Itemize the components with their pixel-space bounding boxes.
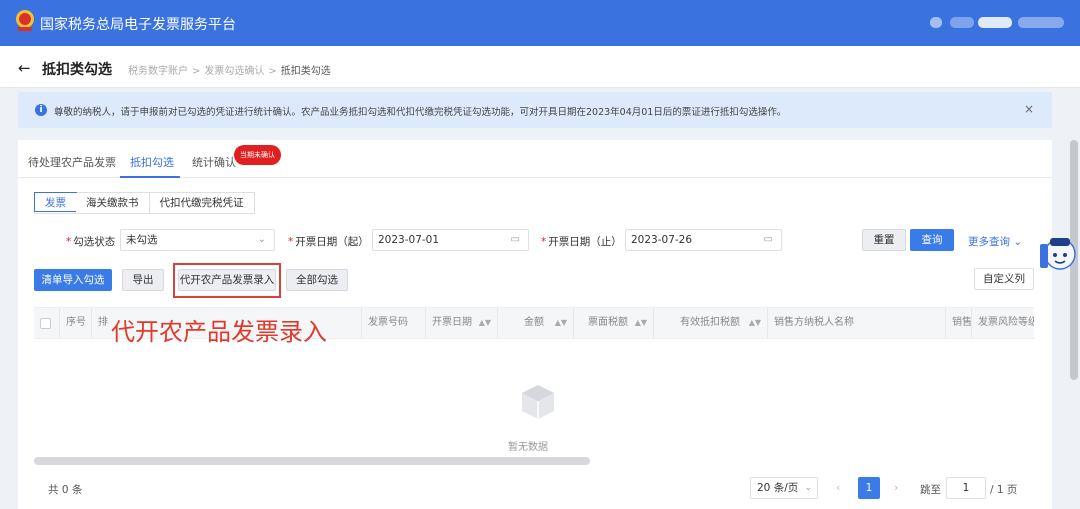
breadcrumb-separator: > <box>192 66 201 77</box>
tab-pending-agri-invoices[interactable]: 待处理农产品发票 <box>28 154 116 170</box>
chevron-left-icon[interactable]: ‹ <box>836 481 840 494</box>
jump-page-input[interactable]: 1 <box>946 477 986 499</box>
sort-icon: ▲▼ <box>478 318 491 327</box>
export-button[interactable]: 导出 <box>122 269 164 291</box>
start-date-input[interactable]: 2023-07-01 ▭ <box>372 229 529 251</box>
chevron-down-icon: ⌄ <box>1013 236 1023 248</box>
column-header-seller-name: 销售方纳税人名称 <box>768 308 946 338</box>
more-query-label: 更多查询 <box>968 236 1010 248</box>
sort-icon: ▲▼ <box>554 318 567 327</box>
tab-deduction-selection[interactable]: 抵扣勾选 <box>130 154 174 170</box>
column-header-index: 序号 <box>60 308 92 338</box>
chevron-right-icon[interactable]: › <box>894 481 898 494</box>
jump-to-label: 跳至 <box>920 484 941 496</box>
subtab-withholding-certificate[interactable]: 代扣代缴完税凭证 <box>149 193 254 213</box>
end-date-input[interactable]: 2023-07-26 ▭ <box>625 229 782 251</box>
sort-icon: ▲▼ <box>748 318 761 327</box>
sort-icon: ▲▼ <box>634 318 647 327</box>
close-icon[interactable]: × <box>1024 102 1034 116</box>
end-date-label-text: 开票日期（止） <box>548 236 622 248</box>
page-size-value: 20 条/页 <box>757 482 799 494</box>
user-org-blurred[interactable] <box>1018 17 1064 28</box>
page-size-select[interactable]: 20 条/页 ⌄ <box>750 477 818 499</box>
import-list-select-button[interactable]: 清单导入勾选 <box>34 269 112 291</box>
empty-box-icon <box>522 385 554 419</box>
reset-button[interactable]: 重置 <box>862 229 906 251</box>
select-all-button[interactable]: 全部勾选 <box>286 269 348 291</box>
select-all-checkbox[interactable] <box>40 318 51 329</box>
column-header-effective-tax-label: 有效抵扣税额 <box>680 317 740 328</box>
column-header-invoice-no: 发票号码 <box>362 308 426 338</box>
column-header-issue-date-label: 开票日期 <box>432 317 472 328</box>
status-select[interactable]: 未勾选 ⌄ <box>120 229 275 251</box>
notice-text: 尊敬的纳税人，请于申报前对已勾选的凭证进行统计确认。农产品业务抵扣勾选和代扣代缴… <box>54 107 787 118</box>
column-header-tax-label: 票面税额 <box>588 317 628 328</box>
column-header-amount[interactable]: 金额 ▲▼ <box>498 308 574 338</box>
chevron-down-icon: ⌄ <box>804 483 812 493</box>
more-query-link[interactable]: 更多查询 ⌄ <box>968 234 1022 249</box>
column-header-amount-label: 金额 <box>524 317 544 328</box>
assistant-mascot-icon[interactable] <box>1038 230 1078 278</box>
info-circle-icon: i <box>35 104 47 116</box>
breadcrumb-item[interactable]: 税务数字账户 <box>128 66 188 77</box>
user-avatar[interactable] <box>930 17 942 28</box>
top-header-bar: 国家税务总局电子发票服务平台 <box>0 0 1080 46</box>
end-date-label: * 开票日期（止） <box>541 236 622 248</box>
tab-statistics-confirm[interactable]: 统计确认 <box>192 154 236 170</box>
page-header: ← 抵扣类勾选 税务数字账户 > 发票勾选确认 > 抵扣类勾选 <box>0 46 1080 88</box>
status-filter-label: * 勾选状态 <box>66 236 116 248</box>
calendar-icon: ▭ <box>510 234 520 245</box>
page-number-current[interactable]: 1 <box>858 477 880 499</box>
start-date-value: 2023-07-01 <box>378 234 440 246</box>
custom-columns-button[interactable]: 自定义列 <box>974 268 1034 290</box>
tax-emblem-logo <box>16 10 34 31</box>
column-header-effective-tax[interactable]: 有效抵扣税额 ▲▼ <box>654 308 768 338</box>
document-type-tabs: 发票 海关缴款书 代扣代缴完税凭证 <box>34 192 255 214</box>
column-header-issue-date[interactable]: 开票日期 ▲▼ <box>426 308 498 338</box>
chevron-down-icon: ⌄ <box>257 234 266 245</box>
query-button[interactable]: 查询 <box>910 229 954 251</box>
end-date-value: 2023-07-26 <box>631 234 693 246</box>
user-info-blurred[interactable] <box>950 17 974 28</box>
arrow-left-icon[interactable]: ← <box>18 59 31 77</box>
notice-banner: i 尊敬的纳税人，请于申报前对已勾选的凭证进行统计确认。农产品业务抵扣勾选和代扣… <box>18 92 1052 128</box>
calendar-icon: ▭ <box>763 234 773 245</box>
tab-bar: 待处理农产品发票 抵扣勾选 统计确认 当期未确认 <box>18 140 1052 178</box>
total-count: 共 0 条 <box>48 484 83 496</box>
empty-state-text: 暂无数据 <box>508 442 548 453</box>
highlight-annotation-box <box>173 263 281 298</box>
horizontal-scrollbar[interactable] <box>34 457 590 465</box>
start-date-label-text: 开票日期（起） <box>295 236 369 248</box>
total-pages: / 1 页 <box>990 484 1018 496</box>
subtab-invoice[interactable]: 发票 <box>34 192 77 212</box>
page-title: 抵扣类勾选 <box>42 62 112 78</box>
main-panel: 待处理农产品发票 抵扣勾选 统计确认 当期未确认 发票 海关缴款书 代扣代缴完税… <box>18 140 1052 509</box>
app-title: 国家税务总局电子发票服务平台 <box>40 17 236 33</box>
subtab-customs-payment[interactable]: 海关缴款书 <box>76 193 150 213</box>
breadcrumb-item[interactable]: 发票勾选确认 <box>204 66 264 77</box>
active-tab-indicator <box>120 176 180 178</box>
status-filter-label-text: 勾选状态 <box>73 236 116 248</box>
breadcrumb-separator: > <box>268 66 277 77</box>
start-date-label: * 开票日期（起） <box>288 236 369 248</box>
user-name-blurred[interactable] <box>978 17 1012 28</box>
column-header-tax[interactable]: 票面税额 ▲▼ <box>574 308 654 338</box>
column-header-seller-id: 销售 <box>946 308 972 338</box>
breadcrumb-current: 抵扣类勾选 <box>280 66 331 77</box>
select-all-checkbox-cell <box>34 308 60 338</box>
annotation-label: 代开农产品发票录入 <box>111 318 327 346</box>
status-badge: 当期未确认 <box>234 145 281 165</box>
column-header-risk-level: 发票风险等级 <box>978 317 1034 328</box>
breadcrumb: 税务数字账户 > 发票勾选确认 > 抵扣类勾选 <box>128 62 331 77</box>
status-select-value: 未勾选 <box>126 234 158 246</box>
